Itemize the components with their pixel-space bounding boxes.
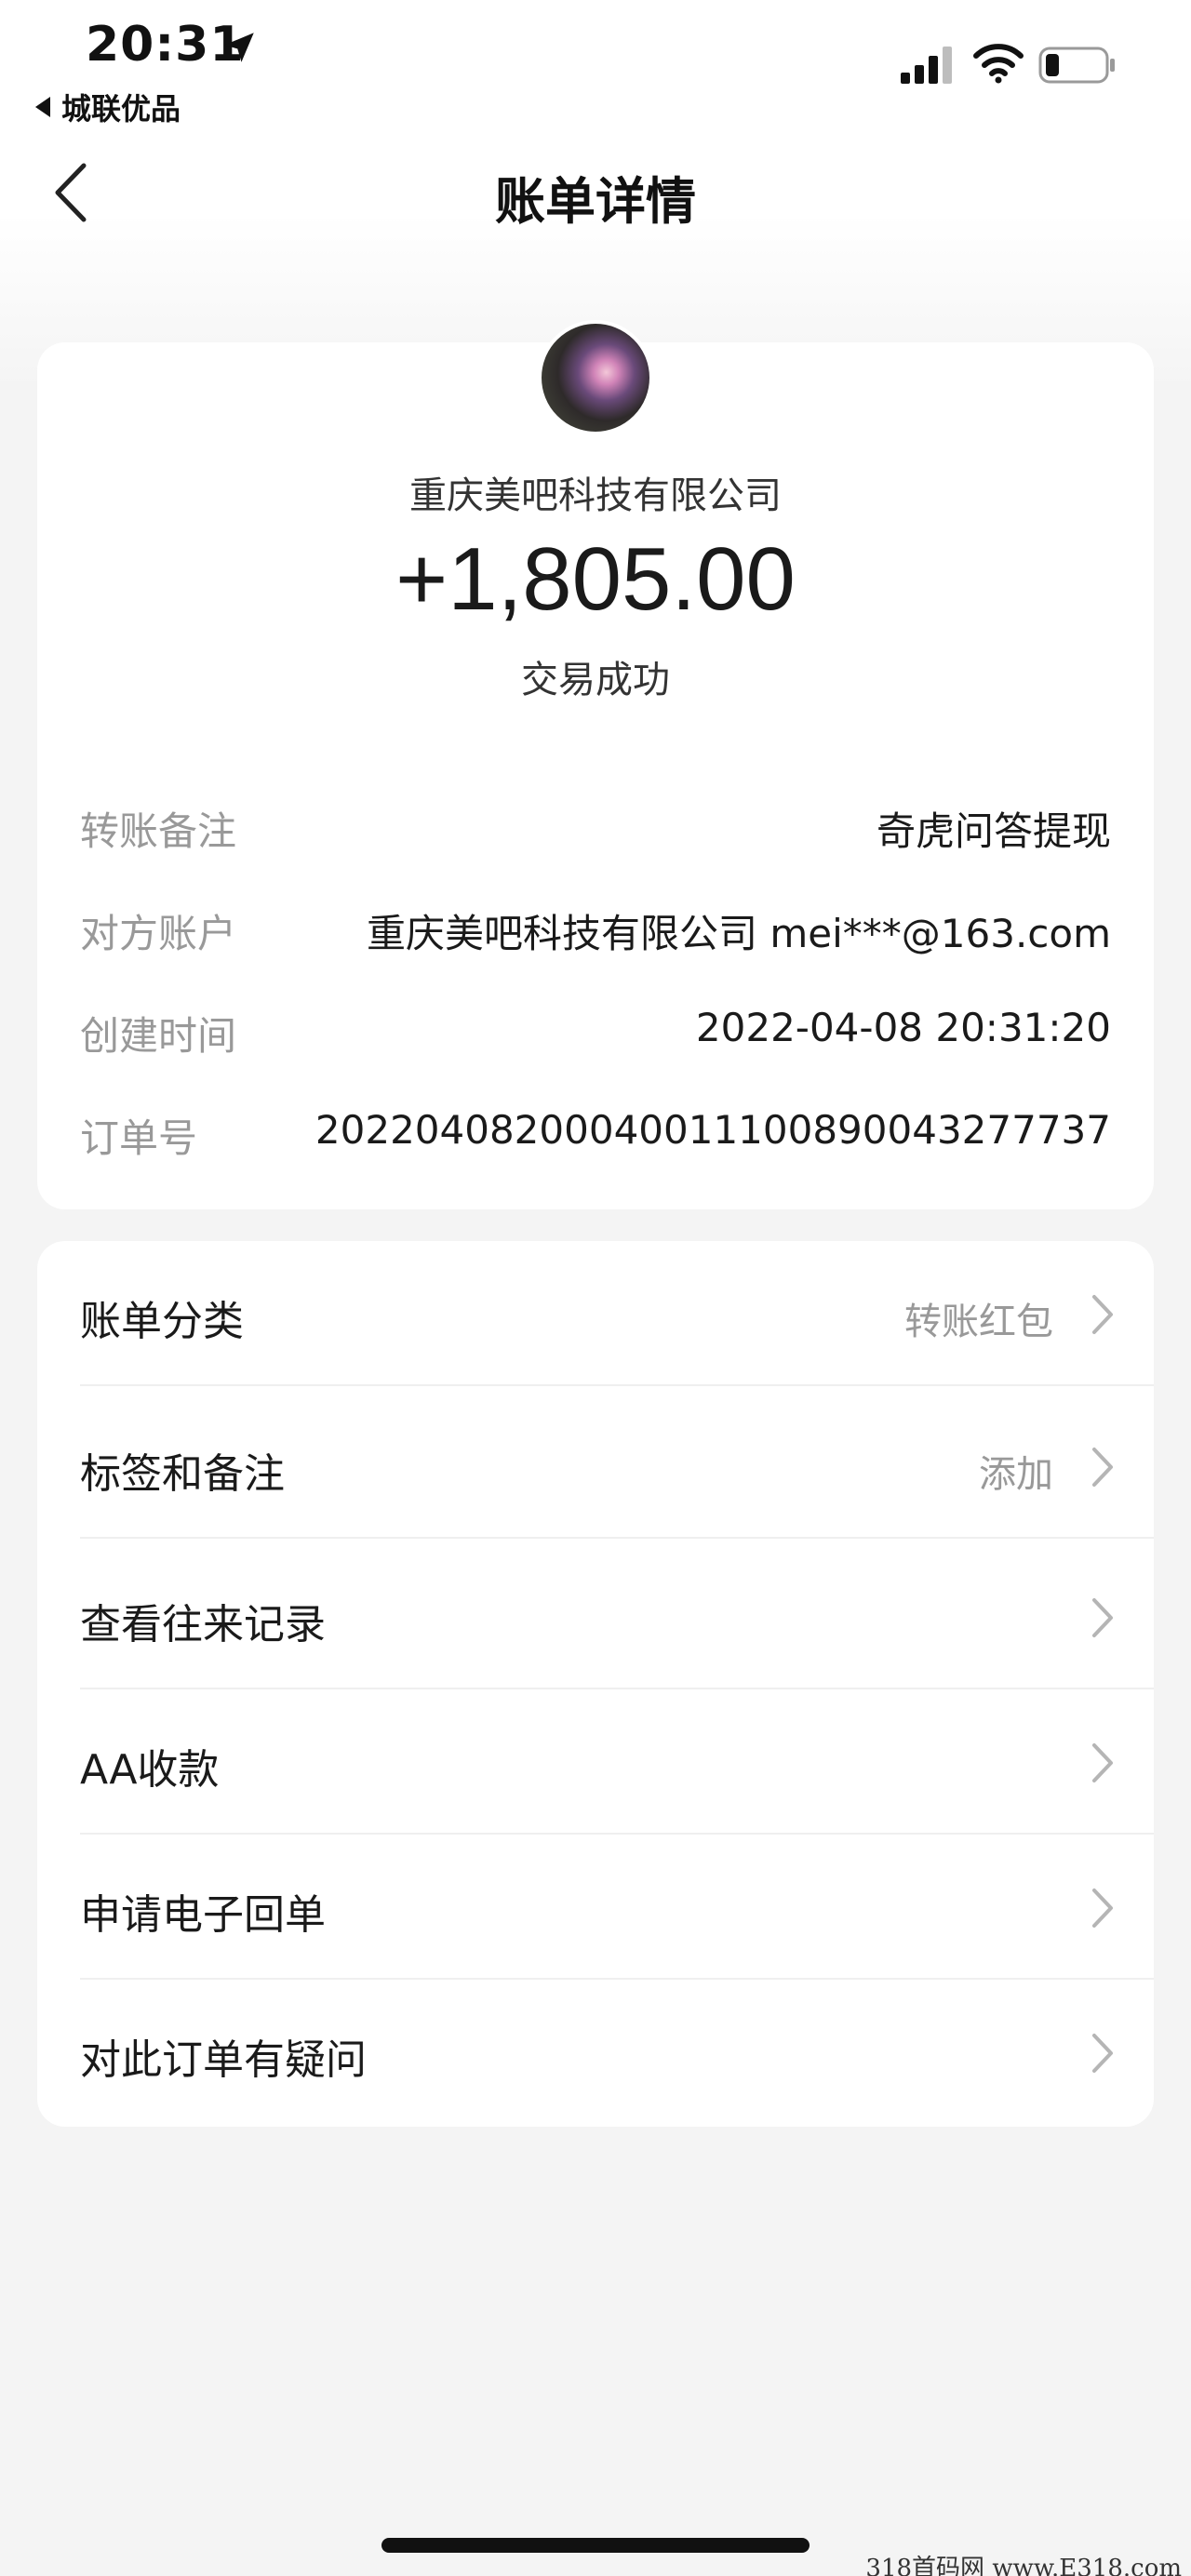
- info-row-order-number: 订单号 20220408200040011100890043277737: [80, 1107, 1111, 1163]
- chevron-right-icon: [1092, 1889, 1113, 1928]
- info-row-transfer-note: 转账备注 奇虎问答提现: [80, 800, 1111, 856]
- chevron-right-icon: [1092, 1295, 1113, 1334]
- info-value: 奇虎问答提现: [876, 808, 1111, 854]
- transaction-detail-card: 重庆美吧科技有限公司 +1,805.00 交易成功 转账备注 奇虎问答提现 对方…: [37, 320, 1154, 1209]
- info-value[interactable]: 20220408200040011100890043277737: [315, 1107, 1111, 1153]
- menu-item-electronic-receipt[interactable]: 申请电子回单: [80, 1835, 1154, 1980]
- watermark: 318首码网 www.E318.com: [865, 2555, 1182, 2576]
- info-value: 2022-04-08 20:31:20: [695, 1005, 1111, 1050]
- menu-value: 转账红包: [904, 1301, 1053, 1343]
- chevron-right-icon: [1092, 1743, 1113, 1782]
- bill-detail-page: 20:31 城联优品 账单详情 重庆美吧科技有限公司 +1,805.00 交易成…: [0, 0, 1191, 2576]
- info-label: 创建时间: [80, 1013, 237, 1059]
- back-app-label: 城联优品: [61, 91, 181, 127]
- home-indicator[interactable]: [381, 2538, 810, 2553]
- back-triangle-icon: [35, 97, 50, 117]
- menu-item-transaction-history[interactable]: 查看往来记录: [80, 1544, 1154, 1689]
- menu-item-aa-collection[interactable]: AA收款: [80, 1689, 1154, 1835]
- status-bar: 20:31 城联优品: [0, 0, 1191, 130]
- chevron-right-icon: [1092, 1598, 1113, 1637]
- wifi-icon: [973, 44, 1024, 84]
- menu-label: AA收款: [80, 1746, 220, 1794]
- menu-label: 申请电子回单: [80, 1891, 326, 1939]
- info-row-counterparty-account: 对方账户 重庆美吧科技有限公司 mei***@163.com: [80, 902, 1111, 958]
- back-to-app-link[interactable]: 城联优品: [35, 86, 181, 128]
- info-value: 重庆美吧科技有限公司 mei***@163.com: [367, 911, 1111, 956]
- merchant-name: 重庆美吧科技有限公司: [409, 474, 782, 517]
- info-row-created-time: 创建时间 2022-04-08 20:31:20: [80, 1005, 1111, 1061]
- battery-icon: [1038, 47, 1115, 84]
- transaction-status: 交易成功: [521, 659, 670, 701]
- menu-label: 账单分类: [80, 1298, 244, 1345]
- cellular-signal-icon: [901, 47, 952, 84]
- navigation-bar: 账单详情: [0, 140, 1191, 242]
- menu-value: 添加: [979, 1453, 1053, 1496]
- transaction-amount: +1,805.00: [395, 529, 796, 629]
- menu-label: 查看往来记录: [80, 1601, 326, 1648]
- info-label: 对方账户: [80, 911, 237, 956]
- menu-item-order-question[interactable]: 对此订单有疑问: [80, 1980, 1154, 2125]
- page-title: 账单详情: [495, 172, 696, 231]
- bill-actions-card: 账单分类 转账红包 标签和备注 添加 查看往来记录 AA收款 申请电子回单 对此…: [37, 1241, 1154, 2127]
- chevron-right-icon: [1092, 2034, 1113, 2073]
- location-arrow-icon: [224, 33, 254, 62]
- info-label: 订单号: [80, 1115, 198, 1161]
- menu-label: 标签和备注: [80, 1450, 285, 1498]
- chevron-right-icon: [1092, 1448, 1113, 1487]
- menu-item-tags-notes[interactable]: 标签和备注 添加: [80, 1394, 1154, 1539]
- merchant-avatar: [538, 320, 653, 435]
- menu-label: 对此订单有疑问: [80, 2036, 367, 2084]
- menu-item-bill-category[interactable]: 账单分类 转账红包: [80, 1241, 1154, 1386]
- info-label: 转账备注: [80, 808, 237, 854]
